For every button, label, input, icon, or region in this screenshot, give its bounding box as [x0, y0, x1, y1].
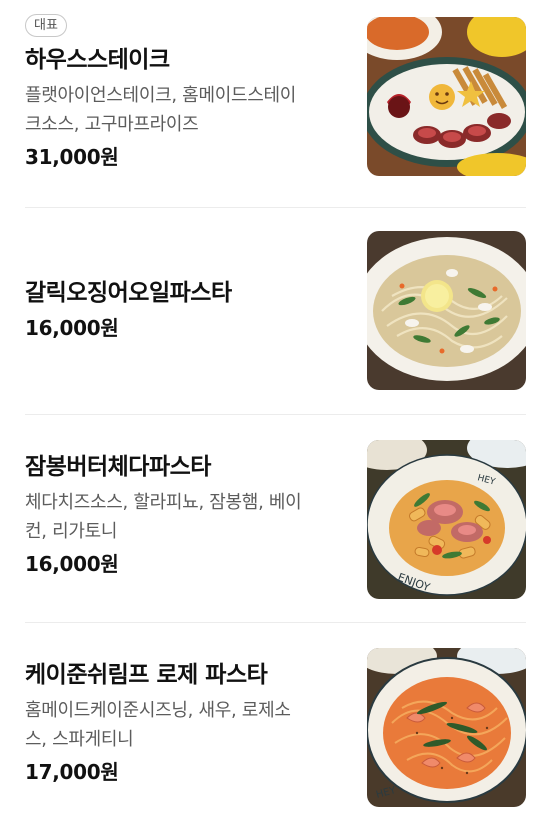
menu-item-description-line: 플랫아이언스테이크, 홈메이드스테이 [25, 85, 297, 106]
menu-item-jambon-cheddar-pasta[interactable]: 잠봉버터체다파스타 체다치즈소스, 할라피뇨, 잠봉햄, 베이 컨, 리가토니 … [0, 415, 550, 622]
cajun-shrimp-rose-pasta-photo-icon[interactable]: HEY [367, 648, 526, 807]
menu-item-description: 플랫아이언스테이크, 홈메이드스테이 크소스, 고구마프라이즈 [25, 81, 355, 139]
menu-item-garlic-squid-pasta[interactable]: 갈릭오징어오일파스타 16,000원 [0, 208, 550, 414]
menu-item-name: 잠봉버터체다파스타 [25, 454, 211, 480]
menu-item-description-line: 크소스, 고구마프라이즈 [25, 114, 199, 135]
menu-item-house-steak[interactable]: 대표 하우스스테이크 플랫아이언스테이크, 홈메이드스테이 크소스, 고구마프라… [0, 0, 550, 207]
garlic-squid-pasta-photo-icon[interactable] [367, 231, 526, 390]
menu-item-cajun-shrimp-rose-pasta[interactable]: 케이준쉬림프 로제 파스타 홈메이드케이준시즈닝, 새우, 로제소 스, 스파게… [0, 623, 550, 823]
menu-item-text: 대표 하우스스테이크 플랫아이언스테이크, 홈메이드스테이 크소스, 고구마프라… [25, 14, 355, 171]
menu-item-text: 잠봉버터체다파스타 체다치즈소스, 할라피뇨, 잠봉햄, 베이 컨, 리가토니 … [25, 452, 355, 578]
menu-item-description-line: 홈메이드케이준시즈닝, 새우, 로제소 [25, 700, 291, 721]
signature-badge: 대표 [25, 14, 67, 37]
menu-item-name: 갈릭오징어오일파스타 [25, 280, 232, 306]
menu-item-description: 홈메이드케이준시즈닝, 새우, 로제소 스, 스파게티니 [25, 696, 355, 754]
menu-item-text: 갈릭오징어오일파스타 16,000원 [25, 278, 355, 342]
menu-item-name: 하우스스테이크 [25, 47, 170, 73]
jambon-cheddar-pasta-photo-icon[interactable]: ENJOY HEY [367, 440, 526, 599]
menu-item-description-line: 스, 스파게티니 [25, 729, 134, 750]
menu-item-description-line: 체다치즈소스, 할라피뇨, 잠봉햄, 베이 [25, 492, 302, 513]
menu-item-description: 체다치즈소스, 할라피뇨, 잠봉햄, 베이 컨, 리가토니 [25, 488, 355, 546]
menu-item-text: 케이준쉬림프 로제 파스타 홈메이드케이준시즈닝, 새우, 로제소 스, 스파게… [25, 660, 355, 786]
menu-item-price: 16,000원 [25, 552, 119, 576]
menu-item-name: 케이준쉬림프 로제 파스타 [25, 662, 268, 688]
steak-plate-photo-icon[interactable] [367, 17, 526, 176]
menu-item-price: 17,000원 [25, 760, 119, 784]
menu-item-description-line: 컨, 리가토니 [25, 521, 118, 542]
menu-item-price: 31,000원 [25, 145, 119, 169]
menu-list: 대표 하우스스테이크 플랫아이언스테이크, 홈메이드스테이 크소스, 고구마프라… [0, 0, 550, 823]
menu-item-price: 16,000원 [25, 316, 119, 340]
